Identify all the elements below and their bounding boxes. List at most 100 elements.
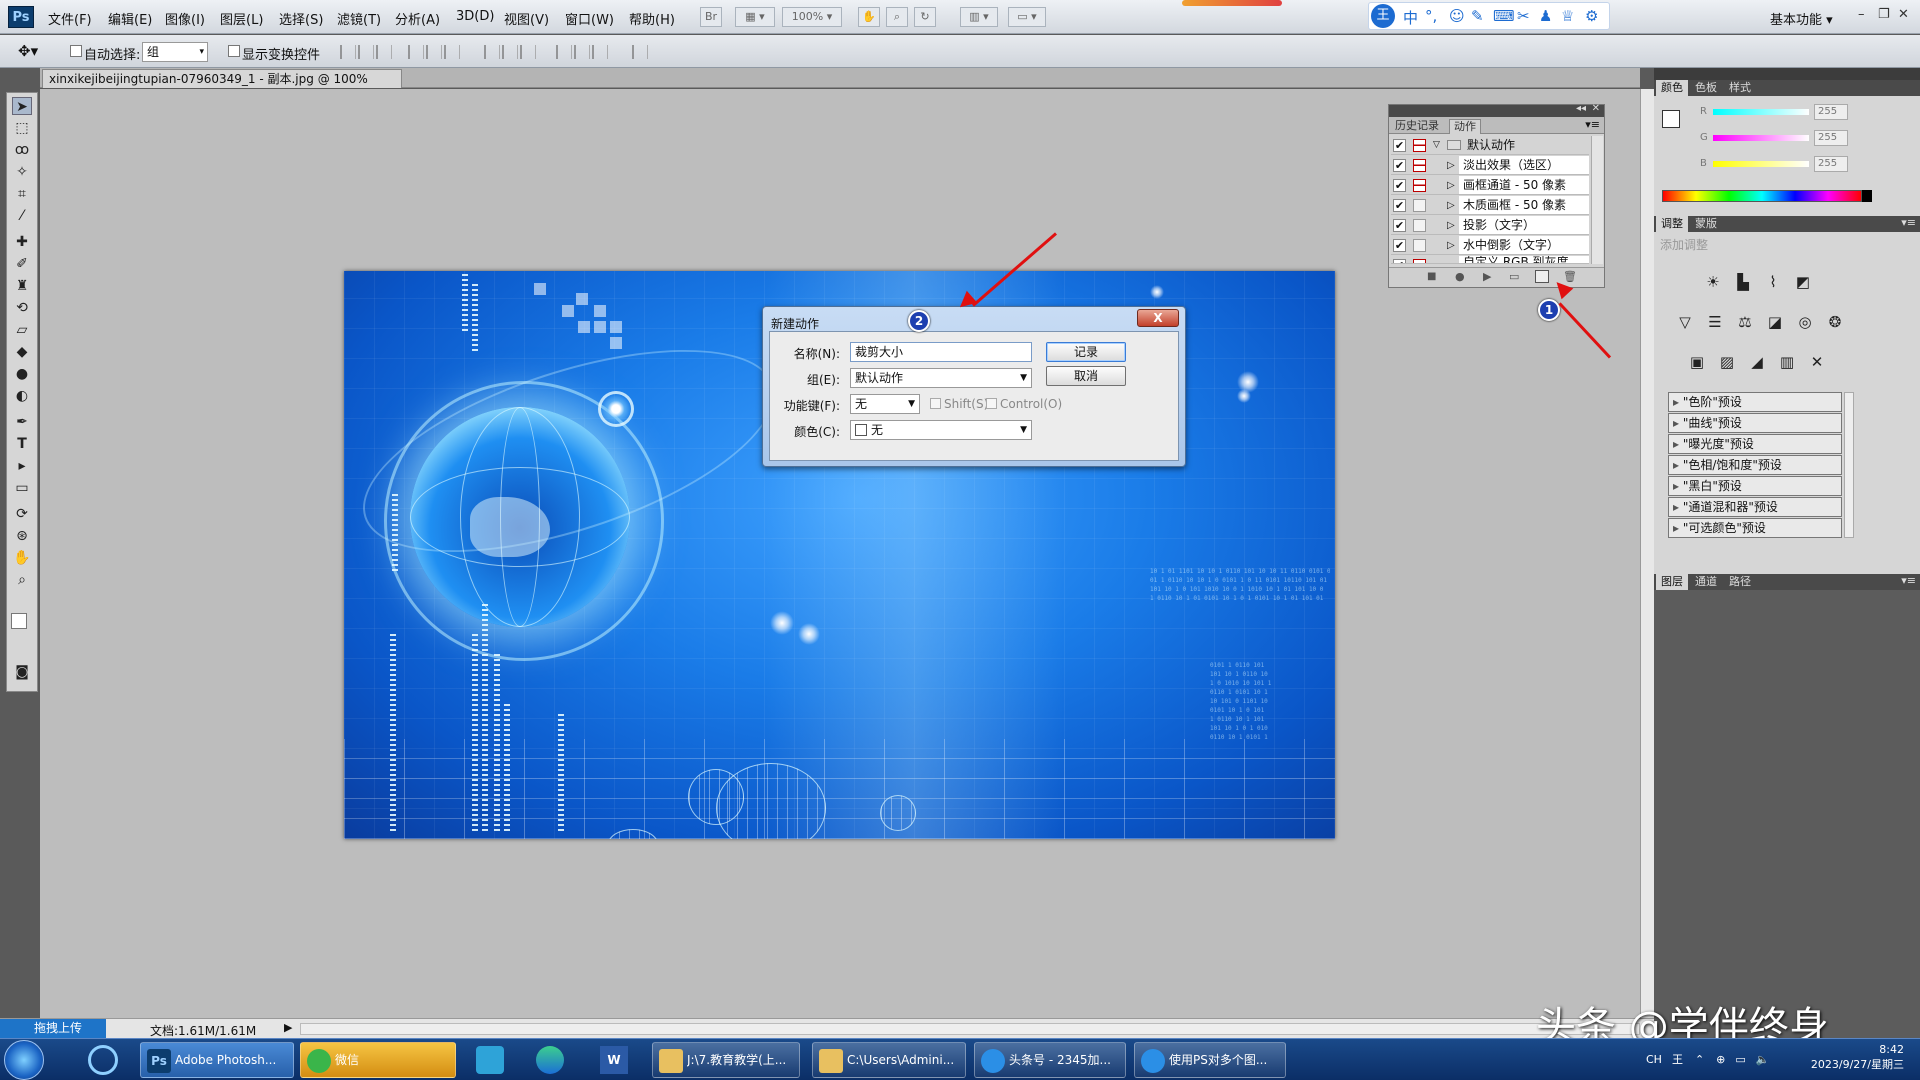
ime-settings-icon[interactable]: ⚙ <box>1585 7 1598 25</box>
ime-user-icon[interactable]: ♟ <box>1539 7 1552 25</box>
exposure-icon[interactable]: ◩ <box>1792 272 1814 292</box>
screen-mode-button[interactable]: ▭ ▾ <box>1008 7 1046 27</box>
action-set-select[interactable]: 默认动作 ▼ <box>850 368 1032 388</box>
new-set-icon[interactable]: ▭ <box>1509 270 1519 283</box>
dialog-close-button[interactable]: X <box>1137 309 1179 327</box>
ime-keyboard-icon[interactable]: ⌨ <box>1493 7 1515 25</box>
green-value[interactable]: 255 <box>1814 130 1848 146</box>
menu-window[interactable]: 窗口(W) <box>565 9 614 28</box>
blur-tool-icon[interactable]: ● <box>12 365 32 383</box>
display-icon[interactable]: ▭ <box>1735 1053 1745 1066</box>
language-indicator[interactable]: CH <box>1646 1053 1662 1066</box>
magic-wand-tool-icon[interactable]: ✧ <box>12 163 32 181</box>
ime-tray-icon[interactable]: 王 <box>1672 1053 1683 1066</box>
minimize-icon[interactable]: – <box>1858 7 1865 22</box>
action-row[interactable]: ✔ ▷ 木质画框 - 50 像素 <box>1391 196 1589 215</box>
chevron-down-icon[interactable]: ▽ <box>1433 136 1440 155</box>
channel-mixer-icon[interactable]: ❂ <box>1824 312 1846 332</box>
close-icon[interactable]: ✕ <box>1898 7 1909 22</box>
play-icon[interactable]: ▶ <box>1483 270 1491 283</box>
tab-layers[interactable]: 图层 <box>1656 574 1688 590</box>
threshold-icon[interactable]: ◢ <box>1746 352 1768 372</box>
tab-adjustments[interactable]: 调整 <box>1656 216 1688 232</box>
player-app-icon[interactable] <box>476 1046 504 1074</box>
type-tool-icon[interactable]: T <box>12 435 32 453</box>
healing-brush-tool-icon[interactable]: ✚ <box>12 233 32 251</box>
tab-actions[interactable]: 动作 <box>1449 119 1481 134</box>
menu-select[interactable]: 选择(S) <box>279 9 323 28</box>
path-selection-tool-icon[interactable]: ▸ <box>12 457 32 475</box>
task-photoshop[interactable]: Ps Adobe Photosh... <box>140 1042 294 1078</box>
action-row[interactable]: ✔ ▷ 投影（文字） <box>1391 216 1589 235</box>
posterize-icon[interactable]: ▨ <box>1716 352 1738 372</box>
rotate-view-icon[interactable]: ↻ <box>914 7 936 27</box>
foreground-color-swatch[interactable] <box>11 613 27 629</box>
view-extras-button[interactable]: ▦ ▾ <box>735 7 775 27</box>
presets-scrollbar[interactable] <box>1844 392 1854 538</box>
align-hcenter-icon[interactable] <box>426 45 442 59</box>
hand-tool-icon[interactable]: ✋ <box>858 7 880 27</box>
collapse-icon[interactable]: ◂◂ <box>1576 103 1586 114</box>
distribute-hcenter-icon[interactable] <box>574 45 590 59</box>
panel-menu-icon[interactable]: ▾≡ <box>1901 574 1916 587</box>
distribute-bottom-icon[interactable] <box>520 45 536 59</box>
menu-image[interactable]: 图像(I) <box>165 9 205 28</box>
checkmark-icon[interactable]: ✔ <box>1393 159 1406 172</box>
clone-stamp-tool-icon[interactable]: ♜ <box>12 277 32 295</box>
chevron-right-icon[interactable]: ▷ <box>1447 196 1455 215</box>
auto-align-icon[interactable] <box>632 45 648 59</box>
eraser-tool-icon[interactable]: ▱ <box>12 321 32 339</box>
preset-levels[interactable]: ▸ "色阶"预设 <box>1668 392 1842 412</box>
checkmark-icon[interactable]: ✔ <box>1393 219 1406 232</box>
dialog-toggle-icon[interactable] <box>1413 199 1426 212</box>
ime-pen-icon[interactable]: ✎ <box>1471 7 1484 25</box>
selective-color-icon[interactable]: ✕ <box>1806 352 1828 372</box>
action-row[interactable]: ✔自定义 RGB 到灰度 <box>1391 256 1589 264</box>
control-checkbox[interactable]: Control(O) <box>986 397 1062 411</box>
action-row[interactable]: ✔ ▷ 水中倒影（文字） <box>1391 236 1589 255</box>
curves-icon[interactable]: ⌇ <box>1762 272 1784 292</box>
cancel-button[interactable]: 取消 <box>1046 366 1126 386</box>
restore-icon[interactable]: ❐ <box>1878 7 1890 22</box>
ime-badge[interactable]: 王 <box>1371 4 1395 28</box>
align-top-icon[interactable] <box>340 45 356 59</box>
tab-styles[interactable]: 样式 <box>1724 80 1756 96</box>
crop-tool-icon[interactable]: ⌗ <box>12 185 32 203</box>
arrange-documents-button[interactable]: ▥ ▾ <box>960 7 998 27</box>
quick-mask-icon[interactable]: ◙ <box>12 663 32 681</box>
distribute-right-icon[interactable] <box>592 45 608 59</box>
record-icon[interactable]: ● <box>1455 270 1465 283</box>
hand-tool-icon[interactable]: ✋ <box>12 549 32 567</box>
stop-icon[interactable]: ■ <box>1427 271 1436 282</box>
hue-saturation-icon[interactable]: ☰ <box>1704 312 1726 332</box>
align-right-icon[interactable] <box>444 45 460 59</box>
menu-analysis[interactable]: 分析(A) <box>395 9 440 28</box>
move-tool-icon[interactable]: ➤ <box>12 97 32 115</box>
chevron-right-icon[interactable]: ▷ <box>1447 216 1455 235</box>
dodge-tool-icon[interactable]: ◐ <box>12 387 32 405</box>
dialog-toggle-icon[interactable] <box>1413 139 1426 152</box>
zoom-select[interactable]: 100% ▾ <box>782 7 842 27</box>
shift-checkbox[interactable]: Shift(S) <box>930 397 988 411</box>
brightness-icon[interactable]: ☀ <box>1702 272 1724 292</box>
levels-icon[interactable]: ▙ <box>1732 272 1754 292</box>
task-folder-j[interactable]: J:\7.教育教学(上... <box>652 1042 800 1078</box>
preset-curves[interactable]: ▸ "曲线"预设 <box>1668 413 1842 433</box>
red-slider[interactable] <box>1713 109 1809 115</box>
checkmark-icon[interactable]: ✔ <box>1393 179 1406 192</box>
menu-3d[interactable]: 3D(D) <box>456 9 494 24</box>
tray-expand-icon[interactable]: ⌃ <box>1695 1053 1704 1066</box>
menu-file[interactable]: 文件(F) <box>48 9 92 28</box>
distribute-top-icon[interactable] <box>484 45 500 59</box>
foreground-color-swatch[interactable] <box>1662 110 1680 128</box>
horizontal-scrollbar[interactable] <box>300 1023 1640 1035</box>
preset-black-white[interactable]: ▸ "黑白"预设 <box>1668 476 1842 496</box>
shape-tool-icon[interactable]: ▭ <box>12 479 32 497</box>
menu-help[interactable]: 帮助(H) <box>629 9 675 28</box>
start-button[interactable] <box>4 1040 44 1080</box>
lasso-tool-icon[interactable]: ꝏ <box>12 141 32 159</box>
zoom-tool-icon[interactable]: ⌕ <box>12 571 32 589</box>
action-name-input[interactable]: 裁剪大小 <box>850 342 1032 362</box>
preset-channel-mixer[interactable]: ▸ "通道混和器"预设 <box>1668 497 1842 517</box>
document-tab[interactable]: xinxikejibeijingtupian-07960349_1 - 副本.j… <box>42 69 402 104</box>
